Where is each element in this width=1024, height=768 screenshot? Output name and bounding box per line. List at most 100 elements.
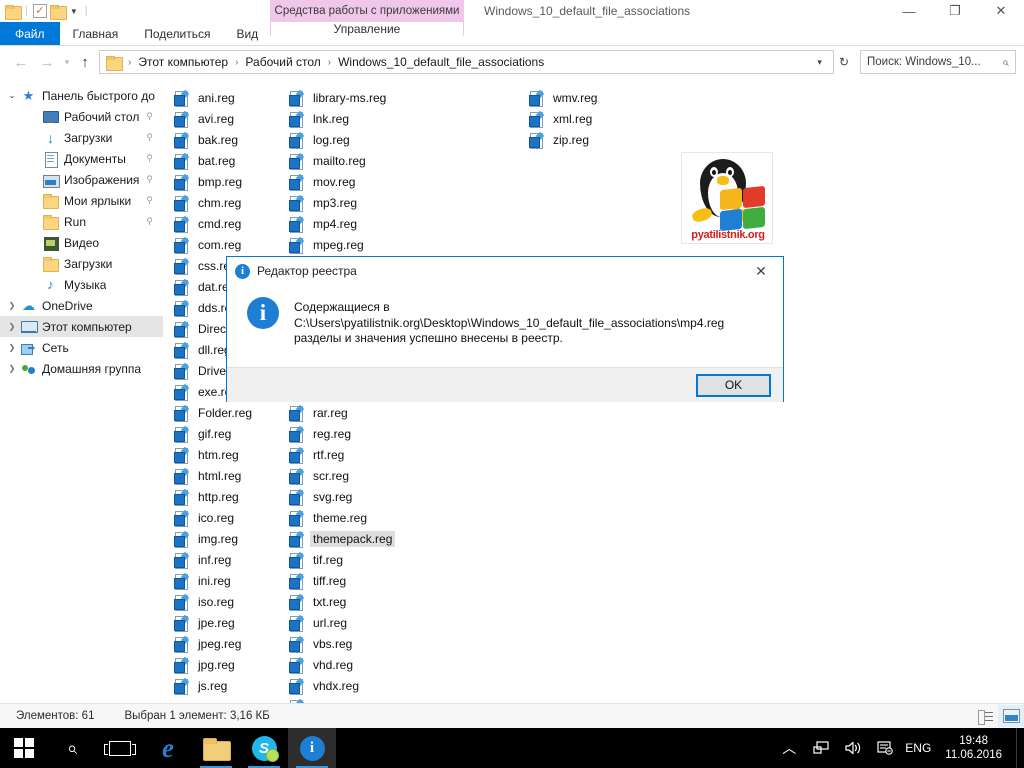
file-item[interactable]: com.reg (173, 234, 261, 255)
file-item[interactable]: gif.reg (173, 423, 261, 444)
search-input[interactable]: Поиск: Windows_10... ⌕ (860, 50, 1016, 74)
tab-manage[interactable]: Управление (270, 22, 464, 36)
sidebar-expand-chevron-icon[interactable]: ❯ (4, 322, 20, 331)
sidebar-item-13[interactable]: ❯ Домашняя группа (0, 358, 163, 379)
sidebar-item-9[interactable]: ♪ Музыка (0, 274, 163, 295)
tab-file[interactable]: Файл (0, 22, 60, 45)
file-item[interactable]: img.reg (173, 528, 261, 549)
file-item[interactable]: inf.reg (173, 549, 261, 570)
maximize-button[interactable]: ❐ (932, 0, 978, 22)
file-item[interactable]: mpeg.reg (288, 234, 395, 255)
sidebar-item-2[interactable]: ↓ Загрузки ⚲ (0, 127, 163, 148)
file-item[interactable]: bmp.reg (173, 171, 261, 192)
file-item[interactable]: svg.reg (288, 486, 395, 507)
file-item[interactable]: iso.reg (173, 591, 261, 612)
back-button[interactable]: ← (8, 49, 34, 75)
network-tray-icon[interactable] (805, 728, 837, 768)
minimize-button[interactable]: — (886, 0, 932, 22)
sidebar-item-5[interactable]: Мои ярлыки ⚲ (0, 190, 163, 211)
large-icons-view-button[interactable] (998, 705, 1024, 727)
file-item[interactable]: ini.reg (173, 570, 261, 591)
breadcrumb-item-1[interactable]: Рабочий стол (245, 55, 320, 69)
search-taskbar-button[interactable]: ⌕ (48, 728, 96, 768)
file-item[interactable]: log.reg (288, 129, 395, 150)
sidebar-item-6[interactable]: Run ⚲ (0, 211, 163, 232)
file-item[interactable]: rtf.reg (288, 444, 395, 465)
pin-icon[interactable]: ⚲ (146, 195, 153, 206)
pin-icon[interactable]: ⚲ (146, 111, 153, 122)
file-explorer-taskbar-button[interactable] (192, 728, 240, 768)
sidebar-item-1[interactable]: Рабочий стол ⚲ (0, 106, 163, 127)
file-item[interactable]: ico.reg (173, 507, 261, 528)
sidebar-item-10[interactable]: ❯ ☁ OneDrive (0, 295, 163, 316)
skype-taskbar-button[interactable]: S (240, 728, 288, 768)
file-item[interactable]: vhd.reg (288, 654, 395, 675)
file-item[interactable]: vhdx.reg (288, 675, 395, 696)
breadcrumb-item-2[interactable]: Windows_10_default_file_associations (338, 55, 544, 69)
sidebar-expand-chevron-icon[interactable]: ❯ (4, 343, 20, 352)
start-button[interactable] (0, 728, 48, 768)
file-item[interactable]: tif.reg (288, 549, 395, 570)
file-item[interactable]: vbs.reg (288, 633, 395, 654)
tab-share[interactable]: Поделиться (131, 22, 223, 45)
tab-home[interactable]: Главная (60, 22, 132, 45)
file-item[interactable]: Folder.reg (173, 402, 261, 423)
refresh-icon[interactable]: ↻ (834, 55, 854, 69)
qat-customize-chevron-icon[interactable]: ▼ (68, 7, 80, 16)
details-view-button[interactable] (972, 705, 998, 727)
sidebar-item-12[interactable]: ❯ Сеть (0, 337, 163, 358)
file-item[interactable]: bak.reg (173, 129, 261, 150)
file-item[interactable]: jpg.reg (173, 654, 261, 675)
file-item[interactable]: mp4.reg (288, 213, 395, 234)
sidebar-item-8[interactable]: Загрузки (0, 253, 163, 274)
sidebar-expand-chevron-icon[interactable]: ⌄ (4, 91, 20, 100)
show-hidden-icons-chevron-icon[interactable]: ︿ (773, 728, 805, 768)
file-item[interactable]: avi.reg (173, 108, 261, 129)
search-icon[interactable]: ⌕ (1002, 55, 1009, 70)
file-item[interactable]: html.reg (173, 465, 261, 486)
file-item[interactable]: zip.reg (528, 129, 600, 150)
file-item[interactable]: library-ms.reg (288, 87, 395, 108)
up-button[interactable]: ↑ (74, 49, 96, 75)
address-dropdown-chevron-icon[interactable]: ▾ (810, 57, 829, 68)
show-desktop-button[interactable] (1016, 728, 1024, 768)
sidebar-expand-chevron-icon[interactable]: ❯ (4, 301, 20, 310)
sidebar-expand-chevron-icon[interactable]: ❯ (4, 364, 20, 373)
file-item[interactable]: scr.reg (288, 465, 395, 486)
new-folder-qat-icon[interactable] (49, 4, 67, 20)
language-indicator[interactable]: ENG (901, 741, 941, 755)
file-item[interactable]: htm.reg (173, 444, 261, 465)
file-item[interactable]: jpeg.reg (173, 633, 261, 654)
file-item[interactable]: xml.reg (528, 108, 600, 129)
file-item[interactable]: tiff.reg (288, 570, 395, 591)
volume-tray-icon[interactable] (837, 728, 869, 768)
properties-qat-icon[interactable]: ✓ (32, 4, 47, 18)
clock[interactable]: 19:48 11.06.2016 (941, 734, 1016, 762)
breadcrumb-item-0[interactable]: Этот компьютер (138, 55, 228, 69)
ok-button[interactable]: OK (696, 373, 771, 397)
file-item[interactable]: reg.reg (288, 423, 395, 444)
file-item[interactable]: chm.reg (173, 192, 261, 213)
sidebar-item-4[interactable]: Изображения ⚲ (0, 169, 163, 190)
close-button[interactable]: ✕ (978, 0, 1024, 22)
edge-taskbar-button[interactable]: e (144, 728, 192, 768)
regedit-taskbar-button[interactable]: i (288, 728, 336, 768)
file-item[interactable]: js.reg (173, 675, 261, 696)
file-item[interactable]: theme.reg (288, 507, 395, 528)
pin-icon[interactable]: ⚲ (146, 132, 153, 143)
sidebar-item-0[interactable]: ⌄ ★ Панель быстрого до (0, 85, 163, 106)
pin-icon[interactable]: ⚲ (146, 216, 153, 227)
address-bar[interactable]: › Этот компьютер › Рабочий стол › Window… (99, 50, 834, 74)
file-item[interactable]: wmv.reg (528, 87, 600, 108)
file-item[interactable]: cmd.reg (173, 213, 261, 234)
file-item[interactable]: mp3.reg (288, 192, 395, 213)
pin-icon[interactable]: ⚲ (146, 153, 153, 164)
tab-view[interactable]: Вид (223, 22, 271, 45)
file-item[interactable]: mailto.reg (288, 150, 395, 171)
file-item[interactable]: http.reg (173, 486, 261, 507)
file-item[interactable]: rar.reg (288, 402, 395, 423)
sidebar-item-3[interactable]: Документы ⚲ (0, 148, 163, 169)
sidebar-item-11[interactable]: ❯ Этот компьютер (0, 316, 163, 337)
file-item[interactable]: ani.reg (173, 87, 261, 108)
file-item[interactable]: txt.reg (288, 591, 395, 612)
